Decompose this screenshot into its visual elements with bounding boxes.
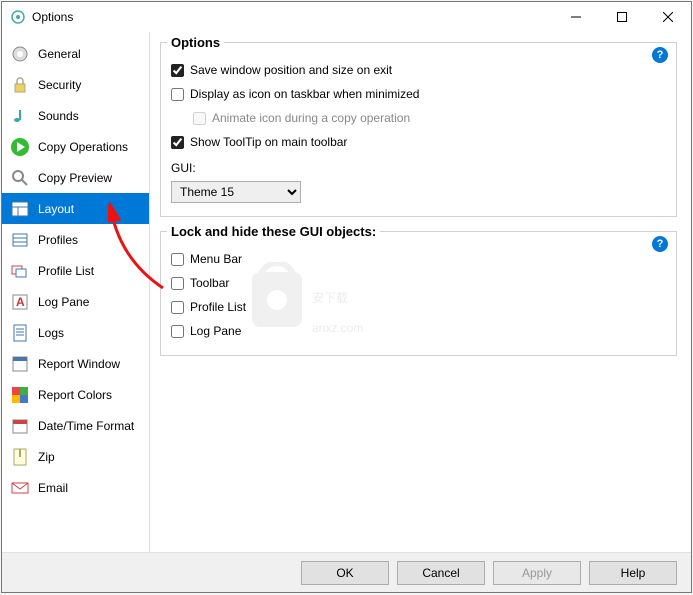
gui-label: GUI: xyxy=(171,158,666,178)
display-icon-row[interactable]: Display as icon on taskbar when minimize… xyxy=(171,84,666,104)
help-icon[interactable]: ? xyxy=(652,47,668,63)
magnifier-icon xyxy=(10,168,30,188)
logs-icon xyxy=(10,323,30,343)
animate-icon-row: Animate icon during a copy operation xyxy=(171,108,666,128)
checkbox-label: Toolbar xyxy=(190,276,229,290)
sidebar-item-label: Report Window xyxy=(38,357,120,371)
sidebar-item-profile-list[interactable]: Profile List xyxy=(2,255,149,286)
lock-log-pane-checkbox[interactable] xyxy=(171,325,184,338)
gear-icon xyxy=(10,44,30,64)
gui-theme-select[interactable]: Theme 15 xyxy=(171,181,301,203)
sidebar-item-label: General xyxy=(38,47,81,61)
lock-menubar-checkbox[interactable] xyxy=(171,253,184,266)
sidebar-item-label: Email xyxy=(38,481,68,495)
email-icon xyxy=(10,478,30,498)
window-title: Options xyxy=(32,10,553,24)
sidebar-item-email[interactable]: Email xyxy=(2,472,149,503)
ok-button[interactable]: OK xyxy=(301,561,389,585)
checkbox-label: Profile List xyxy=(190,300,246,314)
sidebar-item-label: Report Colors xyxy=(38,388,112,402)
sidebar-item-report-window[interactable]: Report Window xyxy=(2,348,149,379)
lock-profile-list-row[interactable]: Profile List xyxy=(171,297,666,317)
checkbox-label: Save window position and size on exit xyxy=(190,63,392,77)
sidebar-item-sounds[interactable]: Sounds xyxy=(2,100,149,131)
sidebar-item-label: Layout xyxy=(38,202,74,216)
window-controls xyxy=(553,2,691,32)
profiles-icon xyxy=(10,230,30,250)
close-button[interactable] xyxy=(645,2,691,32)
lock-menubar-row[interactable]: Menu Bar xyxy=(171,249,666,269)
lock-profile-list-checkbox[interactable] xyxy=(171,301,184,314)
sidebar-item-logs[interactable]: Logs xyxy=(2,317,149,348)
show-tooltip-checkbox[interactable] xyxy=(171,136,184,149)
apply-button: Apply xyxy=(493,561,581,585)
save-position-checkbox[interactable] xyxy=(171,64,184,77)
sidebar-item-label: Zip xyxy=(38,450,55,464)
save-position-row[interactable]: Save window position and size on exit xyxy=(171,60,666,80)
animate-icon-checkbox xyxy=(193,112,206,125)
sidebar-item-label: Security xyxy=(38,78,81,92)
show-tooltip-row[interactable]: Show ToolTip on main toolbar xyxy=(171,132,666,152)
cancel-button[interactable]: Cancel xyxy=(397,561,485,585)
checkbox-label: Show ToolTip on main toolbar xyxy=(190,135,347,149)
titlebar: Options xyxy=(2,2,691,32)
display-icon-checkbox[interactable] xyxy=(171,88,184,101)
sidebar-item-label: Sounds xyxy=(38,109,79,123)
report-window-icon xyxy=(10,354,30,374)
lock-log-pane-row[interactable]: Log Pane xyxy=(171,321,666,341)
sidebar-item-report-colors[interactable]: Report Colors xyxy=(2,379,149,410)
help-icon[interactable]: ? xyxy=(652,236,668,252)
sidebar-item-label: Copy Operations xyxy=(38,140,128,154)
options-group-title: Options xyxy=(167,35,224,50)
sidebar-item-security[interactable]: Security xyxy=(2,69,149,100)
sidebar-item-general[interactable]: General xyxy=(2,38,149,69)
sidebar-item-copy-operations[interactable]: Copy Operations xyxy=(2,131,149,162)
sidebar-item-date-time-format[interactable]: Date/Time Format xyxy=(2,410,149,441)
dialog-body: General Security Sounds Copy Operations … xyxy=(2,32,691,552)
checkbox-label: Menu Bar xyxy=(190,252,242,266)
lock-hide-group-title: Lock and hide these GUI objects: xyxy=(167,224,380,239)
options-group: Options ? Save window position and size … xyxy=(160,42,677,217)
sidebar-item-profiles[interactable]: Profiles xyxy=(2,224,149,255)
colors-icon xyxy=(10,385,30,405)
music-note-icon xyxy=(10,106,30,126)
layout-icon xyxy=(10,199,30,219)
options-dialog: Options General Security xyxy=(1,1,692,593)
checkbox-label: Log Pane xyxy=(190,324,241,338)
log-pane-icon: A xyxy=(10,292,30,312)
lock-hide-group: Lock and hide these GUI objects: ? Menu … xyxy=(160,231,677,356)
maximize-button[interactable] xyxy=(599,2,645,32)
sidebar-item-label: Profile List xyxy=(38,264,94,278)
lock-toolbar-row[interactable]: Toolbar xyxy=(171,273,666,293)
lock-toolbar-checkbox[interactable] xyxy=(171,277,184,290)
checkbox-label: Display as icon on taskbar when minimize… xyxy=(190,87,419,101)
sidebar-item-copy-preview[interactable]: Copy Preview xyxy=(2,162,149,193)
lock-icon xyxy=(10,75,30,95)
gui-select-row: Theme 15 xyxy=(171,182,666,202)
sidebar-item-label: Copy Preview xyxy=(38,171,112,185)
profile-list-icon xyxy=(10,261,30,281)
calendar-icon xyxy=(10,416,30,436)
svg-text:A: A xyxy=(16,295,25,309)
zip-icon xyxy=(10,447,30,467)
play-icon xyxy=(10,137,30,157)
app-icon xyxy=(10,9,26,25)
sidebar-item-label: Profiles xyxy=(38,233,78,247)
help-button[interactable]: Help xyxy=(589,561,677,585)
content-panel: Options ? Save window position and size … xyxy=(150,32,691,552)
sidebar-item-layout[interactable]: Layout xyxy=(2,193,149,224)
dialog-footer: OK Cancel Apply Help xyxy=(2,552,691,592)
checkbox-label: Animate icon during a copy operation xyxy=(212,111,410,125)
sidebar-item-zip[interactable]: Zip xyxy=(2,441,149,472)
sidebar-item-log-pane[interactable]: A Log Pane xyxy=(2,286,149,317)
sidebar-item-label: Log Pane xyxy=(38,295,89,309)
sidebar-item-label: Date/Time Format xyxy=(38,419,134,433)
minimize-button[interactable] xyxy=(553,2,599,32)
category-sidebar: General Security Sounds Copy Operations … xyxy=(2,32,150,552)
sidebar-item-label: Logs xyxy=(38,326,64,340)
